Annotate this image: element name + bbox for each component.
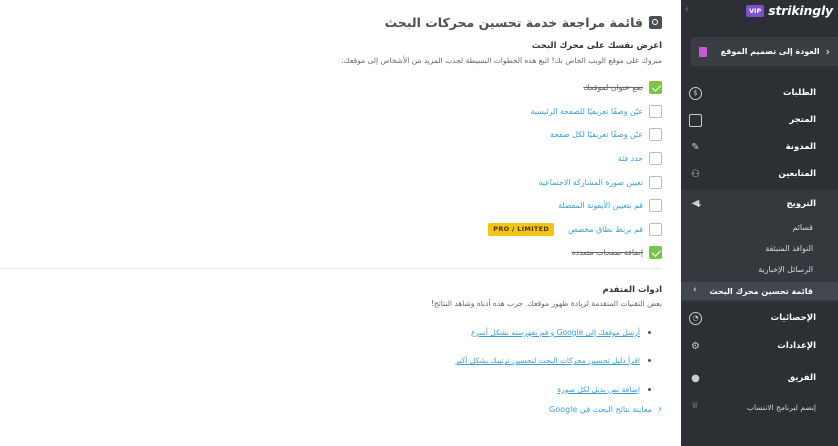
checklist-item[interactable]: إضافة صفحات متعددة [362, 241, 662, 265]
sidebar-item-settings[interactable]: الإعدادات ⚙ [681, 336, 838, 356]
sidebar-subitem-newsletters[interactable]: الرسائل الإخبارية [758, 265, 813, 274]
sidebar-subitem-coupons[interactable]: قسائم [793, 223, 813, 232]
sidebar-subitem-seo-checklist[interactable]: قائمة تحسين محرك البحث › [681, 282, 838, 300]
sidebar-item-followers[interactable]: المتابعين ⚇ [681, 164, 838, 184]
document-icon [699, 46, 707, 57]
section-divider [0, 268, 662, 269]
tool-link[interactable]: إضافة نص بديل لكل صورة [557, 385, 640, 394]
sidebar-subitem-label[interactable]: قائمة تحسين محرك البحث [681, 287, 813, 296]
checklist-item[interactable]: حدد فئة [362, 147, 662, 171]
checkbox[interactable] [649, 104, 662, 118]
search-icon [649, 16, 662, 29]
checklist-item[interactable]: قم بتعيين الأيقونة المفضلة [362, 194, 662, 218]
google-preview-label[interactable]: معاينة نتائج البحث في Google [549, 405, 652, 414]
advanced-tools-description: بعض التقنيات المتقدمة لزيادة ظهور موقعك.… [430, 299, 662, 308]
page-title: قائمة مراجعة خدمة تحسين محركات البحث [385, 15, 662, 30]
chevron-left-icon: ‹ [658, 404, 662, 415]
checklist-item[interactable]: عيّن وصفًا تعريفيًا لكل صفحة [362, 123, 662, 147]
bullet [648, 359, 651, 363]
checklist-item-label[interactable]: ضع عنوان لموقعك [583, 83, 643, 92]
checkbox[interactable] [649, 222, 662, 236]
checkbox[interactable] [649, 175, 662, 189]
section-heading: اعرض نفسك على محرك البحث [531, 41, 662, 51]
brand: VIP strikingly [746, 3, 833, 18]
advanced-tools-heading: ادوات المتقدم [602, 285, 662, 295]
advanced-tools-list: أرسل موقعك إلى Google و قم بفهرسته بشكل … [411, 318, 651, 404]
sidebar-item-team[interactable]: الفريق ● [681, 368, 838, 388]
checkbox[interactable] [649, 152, 662, 166]
main-content: قائمة مراجعة خدمة تحسين محركات البحث اعر… [0, 0, 681, 446]
list-item: أرسل موقعك إلى Google و قم بفهرسته بشكل … [411, 318, 651, 347]
sidebar-group-promotion: الترويج ◀ ⌄ قسائم النوافذ المنبثقة الرسا… [681, 190, 838, 302]
checklist-item[interactable]: قم بربط نطاق مخصص PRO / LIMITED [362, 218, 662, 242]
page-title-text: قائمة مراجعة خدمة تحسين محركات البحث [384, 15, 643, 30]
chevron-right-icon: ‹ [825, 45, 830, 58]
vip-badge: VIP [746, 4, 765, 17]
back-to-editor-label[interactable]: العودة إلى تصميم الموقع [713, 47, 820, 56]
checklist-item[interactable]: تعيين صورة المشاركة الاجتماعية [362, 170, 662, 194]
sidebar-item-blog[interactable]: المدونة ✎ [681, 137, 838, 157]
sidebar-item-orders[interactable]: الطلبات $ [681, 83, 838, 103]
affiliate-program-link[interactable]: إنضم لبرنامج الانتساب ♕ [681, 399, 838, 415]
strikingly-logo[interactable]: strikingly [768, 3, 833, 18]
seo-checklist: ضع عنوان لموقعك عيّن وصفًا تعريفيًا للصف… [362, 76, 662, 265]
gear-icon: ⚙ [691, 341, 700, 352]
google-preview-toggle[interactable]: ‹ معاينة نتائج البحث في Google [549, 404, 662, 415]
users-icon: ⚇ [691, 169, 700, 180]
list-item: اقرأ دليل تحسين محركات البحث لتحسين ترتي… [411, 347, 651, 376]
dollar-icon: $ [689, 87, 702, 100]
affiliate-label[interactable]: إنضم لبرنامج الانتساب [681, 403, 816, 412]
checklist-item-label[interactable]: عيّن وصفًا تعريفيًا للصفحة الرئيسية [531, 107, 643, 116]
store-icon [689, 114, 702, 127]
checklist-item-label[interactable]: قم بربط نطاق مخصص [568, 225, 643, 234]
checklist-item[interactable]: ضع عنوان لموقعك [362, 76, 662, 100]
list-item: إضافة نص بديل لكل صورة [411, 375, 651, 404]
checklist-item-label[interactable]: عيّن وصفًا تعريفيًا لكل صفحة [550, 130, 643, 139]
checklist-item-label[interactable]: حدد فئة [618, 154, 643, 163]
chevron-right-icon: › [693, 285, 697, 295]
trophy-icon: ♕ [691, 401, 700, 411]
team-icon: ● [691, 373, 700, 384]
bullet [648, 330, 651, 334]
sidebar-subitem-popups[interactable]: النوافذ المنبثقة [765, 244, 813, 253]
chart-icon: ◔ [689, 312, 702, 325]
section-description: مبروك على موقع الويب الخاص بك! اتبع هذه … [341, 56, 662, 65]
checkbox-checked[interactable] [649, 81, 662, 95]
tool-link[interactable]: أرسل موقعك إلى Google و قم بفهرسته بشكل … [471, 328, 640, 337]
tool-link[interactable]: اقرأ دليل تحسين محركات البحث لتحسين ترتي… [455, 356, 640, 365]
sidebar-item-promotion[interactable]: الترويج ◀ ⌄ [681, 194, 838, 214]
checklist-item[interactable]: عيّن وصفًا تعريفيًا للصفحة الرئيسية [362, 100, 662, 124]
sidebar-item-store[interactable]: المتجر [681, 110, 838, 130]
bullet [648, 387, 651, 391]
checkbox-checked[interactable] [649, 246, 662, 260]
checklist-item-label[interactable]: تعيين صورة المشاركة الاجتماعية [539, 178, 643, 187]
checkbox[interactable] [649, 199, 662, 213]
pro-limited-badge: PRO / LIMITED [488, 222, 555, 236]
checkbox[interactable] [649, 128, 662, 142]
back-to-editor-button[interactable]: ‹ العودة إلى تصميم الموقع [691, 37, 838, 66]
pen-icon: ✎ [691, 142, 700, 153]
collapse-sidebar-icon[interactable]: ‹ [685, 4, 689, 15]
checklist-item-label[interactable]: قم بتعيين الأيقونة المفضلة [558, 201, 643, 210]
checklist-item-label[interactable]: إضافة صفحات متعددة [572, 248, 643, 257]
chevron-down-icon[interactable]: ⌄ [696, 199, 703, 208]
sidebar: ‹ VIP strikingly ‹ العودة إلى تصميم المو… [681, 0, 838, 446]
sidebar-item-analytics[interactable]: الإحصائيات ◔ [681, 308, 838, 328]
